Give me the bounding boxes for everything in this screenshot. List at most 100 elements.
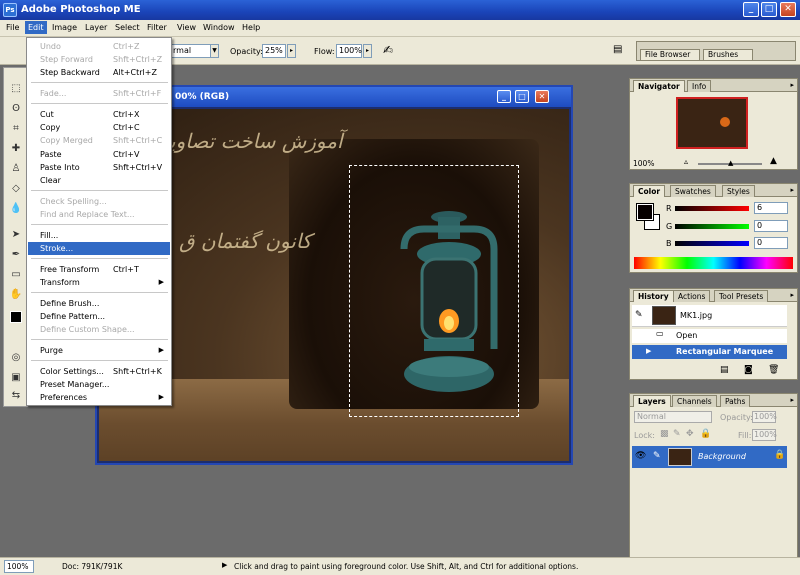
menu-item-color-settings[interactable]: Color Settings... Shft+Ctrl+K — [28, 365, 170, 378]
b-field[interactable]: 0 — [754, 237, 788, 249]
menu-item-define-pattern[interactable]: Define Pattern... — [28, 310, 170, 323]
navigator-thumbnail[interactable] — [676, 97, 748, 149]
panel-menu-icon[interactable]: ▸ — [790, 81, 794, 89]
lock-transparency-icon[interactable]: ▩ — [660, 429, 669, 439]
healing-tool-icon[interactable]: ✚ — [8, 142, 24, 156]
tab-tool-presets[interactable]: Tool Presets — [714, 290, 769, 302]
menu-select[interactable]: Select — [115, 23, 140, 32]
tab-navigator[interactable]: Navigator — [633, 80, 685, 92]
zoom-in-icon[interactable]: ▲ — [770, 156, 777, 166]
jump-to-imageready-icon[interactable]: ⇆ — [8, 389, 24, 403]
layer-name[interactable]: Background — [698, 452, 746, 461]
lock-all-icon[interactable]: 🔒 — [700, 429, 711, 439]
tab-brushes[interactable]: Brushes — [703, 49, 753, 61]
menu-image[interactable]: Image — [52, 23, 77, 32]
tab-styles[interactable]: Styles — [722, 185, 755, 197]
history-item[interactable]: ▭ Open — [632, 329, 787, 343]
menu-item-paste-into[interactable]: Paste Into Shft+Ctrl+V — [28, 161, 170, 174]
panel-menu-icon[interactable]: ▸ — [790, 291, 794, 299]
panel-menu-icon[interactable]: ▸ — [790, 186, 794, 194]
menu-item-purge[interactable]: Purge ▶ — [28, 344, 170, 357]
zoom-out-icon[interactable]: ▵ — [684, 157, 688, 166]
r-field[interactable]: 6 — [754, 202, 788, 214]
flow-arrow-icon[interactable]: ▸ — [363, 44, 372, 58]
history-item-active[interactable]: ▶ Rectangular Marquee — [632, 345, 787, 359]
trash-icon[interactable]: 🗑 — [768, 365, 779, 375]
menu-item-clear[interactable]: Clear — [28, 174, 170, 187]
panel-menu-icon[interactable]: ▸ — [790, 396, 794, 404]
airbrush-icon[interactable]: ✍ — [383, 43, 393, 57]
menu-item-cut[interactable]: Cut Ctrl+X — [28, 108, 170, 121]
lock-paint-icon[interactable]: ✎ — [673, 429, 681, 439]
tab-actions[interactable]: Actions — [673, 290, 711, 302]
menu-item-fill[interactable]: Fill... — [28, 229, 170, 242]
menu-item-copy-merged[interactable]: Copy Merged Shft+Ctrl+C — [28, 134, 170, 147]
tab-swatches[interactable]: Swatches — [670, 185, 716, 197]
b-slider[interactable] — [675, 241, 749, 246]
brush-source-icon[interactable]: ✎ — [635, 310, 643, 320]
menu-item-preset-manager[interactable]: Preset Manager... — [28, 378, 170, 391]
fill-field[interactable]: 100% — [752, 429, 777, 441]
status-zoom[interactable]: 100% — [4, 560, 34, 573]
r-slider[interactable] — [675, 206, 749, 211]
notes-tool-icon[interactable]: ▭ — [8, 268, 24, 282]
new-document-icon[interactable]: ▤ — [720, 365, 729, 375]
menu-item-copy[interactable]: Copy Ctrl+C — [28, 121, 170, 134]
menu-item-define-custom-shape[interactable]: Define Custom Shape... — [28, 323, 170, 336]
pen-tool-icon[interactable]: ✒ — [8, 248, 24, 262]
stamp-tool-icon[interactable]: ♙ — [8, 162, 24, 176]
layer-row[interactable]: 👁 ✎ Background 🔒 — [632, 446, 787, 468]
menu-layer[interactable]: Layer — [85, 23, 107, 32]
tab-history[interactable]: History — [633, 290, 674, 302]
lasso-tool-icon[interactable]: ʘ — [8, 102, 24, 116]
hand-tool-icon[interactable]: ✋ — [8, 288, 24, 302]
tab-paths[interactable]: Paths — [720, 395, 751, 407]
menu-file[interactable]: File — [6, 23, 19, 32]
g-slider[interactable] — [675, 224, 749, 229]
doc-maximize-icon[interactable]: □ — [515, 90, 529, 103]
menu-edit[interactable]: Edit — [25, 21, 47, 34]
menu-window[interactable]: Window — [203, 23, 235, 32]
lock-move-icon[interactable]: ✥ — [686, 429, 694, 439]
eye-icon[interactable]: 👁 — [635, 451, 646, 461]
blend-mode-select[interactable]: Normal — [634, 411, 712, 423]
menu-item-stroke[interactable]: Stroke... — [28, 242, 170, 255]
menu-view[interactable]: View — [177, 23, 196, 32]
menu-item-paste[interactable]: Paste Ctrl+V — [28, 148, 170, 161]
menu-item-free-transform[interactable]: Free Transform Ctrl+T — [28, 263, 170, 276]
status-menu-arrow-icon[interactable]: ▶ — [222, 561, 227, 569]
palette-toggle-icon[interactable]: ▤ — [613, 44, 622, 55]
blur-tool-icon[interactable]: 💧 — [8, 202, 24, 216]
flow-field[interactable]: 100% — [336, 44, 362, 58]
marquee-tool-icon[interactable]: ⬚ — [8, 82, 24, 96]
chevron-down-icon[interactable]: ▼ — [210, 44, 219, 58]
eraser-tool-icon[interactable]: ◇ — [8, 182, 24, 196]
history-slider-icon[interactable]: ▶ — [646, 347, 651, 355]
foreground-color-icon[interactable] — [10, 311, 22, 323]
path-select-icon[interactable]: ➤ — [8, 228, 24, 242]
menu-item-find-replace[interactable]: Find and Replace Text... — [28, 208, 170, 221]
doc-close-icon[interactable]: ✕ — [535, 90, 549, 103]
history-snapshot-row[interactable]: ✎ MK1.jpg — [632, 305, 787, 327]
menu-item-define-brush[interactable]: Define Brush... — [28, 297, 170, 310]
navigator-zoom[interactable]: 100% — [633, 159, 654, 168]
menu-item-transform[interactable]: Transform ▶ — [28, 276, 170, 289]
menu-item-step-forward[interactable]: Step Forward Shft+Ctrl+Z — [28, 53, 170, 66]
close-icon[interactable]: ✕ — [780, 2, 796, 17]
foreground-swatch[interactable] — [636, 203, 654, 221]
screen-mode-icon[interactable]: ▣ — [8, 371, 24, 385]
snapshot-icon[interactable]: ◙ — [744, 365, 753, 375]
tab-layers[interactable]: Layers — [633, 395, 671, 407]
color-ramp[interactable] — [634, 257, 793, 269]
menu-item-fade[interactable]: Fade... Shft+Ctrl+F — [28, 87, 170, 100]
tab-info[interactable]: Info — [687, 80, 712, 92]
menu-help[interactable]: Help — [242, 23, 260, 32]
maximize-icon[interactable]: □ — [761, 2, 777, 17]
zoom-slider-thumb-icon[interactable]: ▲ — [728, 159, 733, 167]
menu-item-check-spelling[interactable]: Check Spelling... — [28, 195, 170, 208]
tab-channels[interactable]: Channels — [672, 395, 717, 407]
menu-item-undo[interactable]: Undo Ctrl+Z — [28, 40, 170, 53]
tab-file-browser[interactable]: File Browser — [640, 49, 700, 61]
menu-item-step-backward[interactable]: Step Backward Alt+Ctrl+Z — [28, 66, 170, 79]
tab-color[interactable]: Color — [633, 185, 666, 197]
